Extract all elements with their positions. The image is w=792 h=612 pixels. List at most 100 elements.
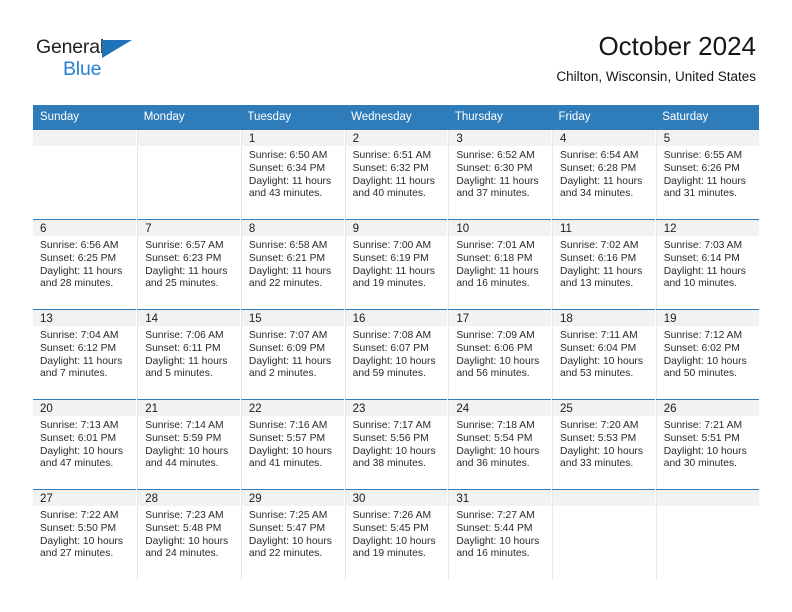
calendar-day-cell[interactable]: 19 Sunrise: 7:12 AM Sunset: 6:02 PM Dayligh… (654, 309, 759, 400)
calendar-day-cell[interactable]: 22 Sunrise: 7:16 AM Sunset: 5:57 PM Dayligh… (239, 399, 345, 490)
calendar-day-cell[interactable]: 8 Sunrise: 6:58 AM Sunset: 6:21 PM Daylight… (239, 219, 345, 310)
day-cell-inner: 28 Sunrise: 7:23 AM Sunset: 5:48 PM Dayligh… (137, 490, 240, 580)
calendar-day-cell[interactable]: 20 Sunrise: 7:13 AM Sunset: 6:01 PM Dayligh… (33, 399, 137, 490)
calendar-day-cell[interactable]: 15 Sunrise: 7:07 AM Sunset: 6:09 PM Dayligh… (239, 309, 345, 400)
calendar-day-cell[interactable]: 27 Sunrise: 7:22 AM Sunset: 5:50 PM Dayligh… (33, 489, 137, 580)
page-subtitle: Chilton, Wisconsin, United States (556, 69, 756, 84)
day-cell-inner: 23 Sunrise: 7:17 AM Sunset: 5:56 PM Dayligh… (344, 400, 448, 489)
day-details (138, 146, 240, 150)
daylight-text-line2: and 33 minutes. (560, 458, 634, 470)
day-number: 12 (656, 220, 759, 236)
calendar-day-cell[interactable]: 26 Sunrise: 7:21 AM Sunset: 5:51 PM Dayligh… (654, 399, 759, 490)
day-cell-inner: 2 Sunrise: 6:51 AM Sunset: 6:32 PM Daylight… (344, 130, 448, 219)
day-details: Sunrise: 7:11 AM Sunset: 6:04 PM Daylight:… (553, 326, 655, 381)
calendar-day-cell[interactable]: 7 Sunrise: 6:57 AM Sunset: 6:23 PM Daylight… (136, 219, 241, 310)
sunset-text: Sunset: 6:09 PM (248, 342, 326, 354)
sunset-text: Sunset: 6:32 PM (352, 162, 429, 174)
day-cell-inner: 15 Sunrise: 7:07 AM Sunset: 6:09 PM Dayligh… (240, 310, 344, 399)
sunrise-text: Sunrise: 6:56 AM (40, 240, 119, 251)
calendar-day-cell[interactable]: 10 Sunrise: 7:01 AM Sunset: 6:18 PM Dayligh… (447, 219, 552, 310)
calendar-day-cell[interactable]: 6 Sunrise: 6:56 AM Sunset: 6:25 PM Daylight… (33, 219, 137, 310)
day-cell-inner: 1 Sunrise: 6:50 AM Sunset: 6:34 PM Daylight… (240, 130, 344, 219)
day-cell-inner: 10 Sunrise: 7:01 AM Sunset: 6:18 PM Dayligh… (448, 220, 552, 309)
day-number (656, 490, 759, 506)
daylight-text-line1: Daylight: 11 hours (663, 175, 746, 187)
day-details: Sunrise: 7:18 AM Sunset: 5:54 PM Daylight:… (449, 416, 551, 471)
calendar-day-cell[interactable]: 17 Sunrise: 7:09 AM Sunset: 6:06 PM Dayligh… (447, 309, 552, 400)
day-number: 16 (345, 310, 448, 326)
calendar-page: General Blue October 2024 Chilton, Wisco… (0, 0, 792, 612)
day-cell-inner: 12 Sunrise: 7:03 AM Sunset: 6:14 PM Dayligh… (655, 220, 759, 309)
calendar-day-cell[interactable]: 18 Sunrise: 7:11 AM Sunset: 6:04 PM Dayligh… (551, 309, 656, 400)
calendar-day-cell[interactable]: 28 Sunrise: 7:23 AM Sunset: 5:48 PM Dayligh… (136, 489, 241, 580)
calendar-day-cell[interactable]: 12 Sunrise: 7:03 AM Sunset: 6:14 PM Dayligh… (654, 219, 759, 310)
day-details: Sunrise: 6:58 AM Sunset: 6:21 PM Daylight:… (242, 236, 344, 291)
sunset-text: Sunset: 5:59 PM (145, 432, 222, 444)
day-cell-inner: 3 Sunrise: 6:52 AM Sunset: 6:30 PM Daylight… (448, 130, 552, 219)
daylight-text-line1: Daylight: 11 hours (248, 265, 332, 277)
day-cell-inner: 6 Sunrise: 6:56 AM Sunset: 6:25 PM Daylight… (33, 220, 137, 309)
logo-text-general: General (36, 36, 104, 58)
calendar-day-cell[interactable]: 4 Sunrise: 6:54 AM Sunset: 6:28 PM Daylight… (551, 129, 656, 220)
day-details: Sunrise: 6:51 AM Sunset: 6:32 PM Daylight:… (346, 146, 448, 201)
sunrise-text: Sunrise: 7:06 AM (145, 330, 224, 341)
calendar-day-cell[interactable]: 29 Sunrise: 7:25 AM Sunset: 5:47 PM Dayligh… (239, 489, 345, 580)
sunrise-text: Sunrise: 7:03 AM (663, 240, 743, 251)
calendar-day-cell[interactable]: 16 Sunrise: 7:08 AM Sunset: 6:07 PM Dayligh… (343, 309, 448, 400)
day-number: 9 (345, 220, 448, 236)
daylight-text-line1: Daylight: 11 hours (456, 175, 539, 187)
daylight-text-line1: Daylight: 11 hours (40, 265, 123, 277)
calendar-day-cell[interactable]: 1 Sunrise: 6:50 AM Sunset: 6:34 PM Daylight… (239, 129, 345, 220)
logo-triangle-icon (102, 40, 132, 58)
day-cell-inner: 19 Sunrise: 7:12 AM Sunset: 6:02 PM Dayligh… (655, 310, 759, 399)
calendar-day-cell[interactable]: 5 Sunrise: 6:55 AM Sunset: 6:26 PM Daylight… (654, 129, 759, 220)
day-number: 27 (33, 490, 137, 506)
day-number: 7 (138, 220, 240, 236)
daylight-text-line2: and 36 minutes. (456, 458, 530, 470)
sunrise-text: Sunrise: 7:27 AM (456, 510, 535, 521)
calendar-day-cell[interactable]: 31 Sunrise: 7:27 AM Sunset: 5:44 PM Dayligh… (447, 489, 552, 580)
day-cell-inner: 8 Sunrise: 6:58 AM Sunset: 6:21 PM Daylight… (240, 220, 344, 309)
day-details: Sunrise: 7:27 AM Sunset: 5:44 PM Daylight:… (449, 506, 551, 561)
day-details: Sunrise: 6:50 AM Sunset: 6:34 PM Daylight:… (242, 146, 344, 201)
calendar-empty-cell (551, 489, 656, 580)
calendar-day-cell[interactable]: 2 Sunrise: 6:51 AM Sunset: 6:32 PM Daylight… (343, 129, 448, 220)
weekday-header-saturday: Saturday (655, 105, 759, 130)
daylight-text-line2: and 16 minutes. (456, 278, 530, 290)
calendar-day-cell[interactable]: 23 Sunrise: 7:17 AM Sunset: 5:56 PM Dayligh… (343, 399, 448, 490)
day-cell-inner: 9 Sunrise: 7:00 AM Sunset: 6:19 PM Daylight… (344, 220, 448, 309)
sunset-text: Sunset: 6:23 PM (145, 252, 222, 264)
general-blue-logo[interactable]: General Blue (36, 36, 146, 82)
sunrise-text: Sunrise: 6:54 AM (560, 150, 639, 161)
day-details: Sunrise: 7:08 AM Sunset: 6:07 PM Daylight:… (346, 326, 448, 381)
daylight-text-line1: Daylight: 10 hours (40, 535, 123, 547)
day-number (33, 130, 137, 146)
calendar-day-cell[interactable]: 9 Sunrise: 7:00 AM Sunset: 6:19 PM Daylight… (343, 219, 448, 310)
calendar-day-cell[interactable]: 30 Sunrise: 7:26 AM Sunset: 5:45 PM Dayligh… (343, 489, 448, 580)
daylight-text-line2: and 2 minutes. (248, 368, 317, 380)
sunset-text: Sunset: 6:14 PM (663, 252, 740, 264)
sunset-text: Sunset: 6:07 PM (352, 342, 429, 354)
calendar-day-cell[interactable]: 13 Sunrise: 7:04 AM Sunset: 6:12 PM Dayligh… (33, 309, 137, 400)
calendar-day-cell[interactable]: 24 Sunrise: 7:18 AM Sunset: 5:54 PM Dayligh… (447, 399, 552, 490)
calendar-day-cell[interactable]: 25 Sunrise: 7:20 AM Sunset: 5:53 PM Dayligh… (551, 399, 656, 490)
calendar-day-cell[interactable]: 21 Sunrise: 7:14 AM Sunset: 5:59 PM Dayligh… (136, 399, 241, 490)
sunrise-text: Sunrise: 6:50 AM (248, 150, 328, 161)
calendar-day-cell[interactable]: 3 Sunrise: 6:52 AM Sunset: 6:30 PM Daylight… (447, 129, 552, 220)
daylight-text-line1: Daylight: 10 hours (456, 445, 540, 457)
daylight-text-line2: and 5 minutes. (145, 368, 213, 380)
calendar-day-cell[interactable]: 11 Sunrise: 7:02 AM Sunset: 6:16 PM Dayligh… (551, 219, 656, 310)
daylight-text-line2: and 38 minutes. (352, 458, 426, 470)
day-cell-inner: 24 Sunrise: 7:18 AM Sunset: 5:54 PM Dayligh… (448, 400, 552, 489)
daylight-text-line2: and 10 minutes. (663, 278, 737, 290)
sunset-text: Sunset: 5:56 PM (352, 432, 429, 444)
daylight-text-line1: Daylight: 10 hours (248, 535, 332, 547)
sunrise-text: Sunrise: 7:20 AM (560, 420, 639, 431)
calendar-day-cell[interactable]: 14 Sunrise: 7:06 AM Sunset: 6:11 PM Dayligh… (136, 309, 241, 400)
daylight-text-line1: Daylight: 11 hours (145, 355, 228, 367)
day-details: Sunrise: 6:55 AM Sunset: 6:26 PM Daylight:… (657, 146, 759, 201)
calendar-empty-cell (136, 129, 241, 220)
sunset-text: Sunset: 5:44 PM (456, 522, 533, 534)
daylight-text-line1: Daylight: 10 hours (352, 445, 436, 457)
day-cell-inner (552, 490, 655, 580)
